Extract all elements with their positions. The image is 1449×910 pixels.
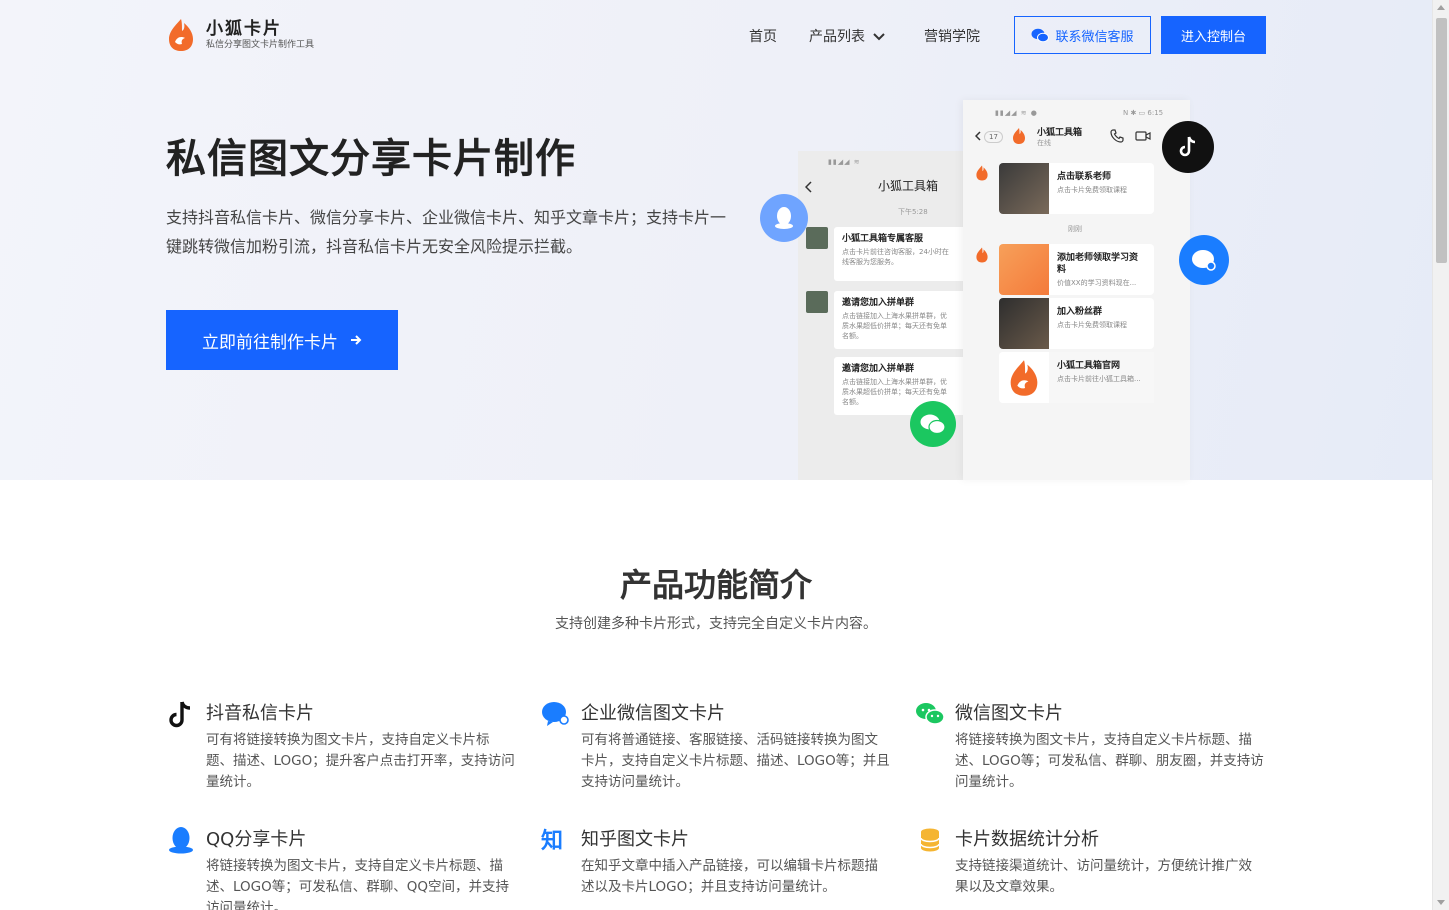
chat-title: 小狐工具箱 xyxy=(878,179,939,193)
qq-icon xyxy=(169,827,193,854)
back-chevron-icon xyxy=(805,181,812,193)
contact-wechat-button[interactable]: 联系微信客服 xyxy=(1014,16,1151,54)
fox-logo-icon xyxy=(976,165,988,181)
brand-logo[interactable]: 小狐卡片 私信分享图文卡片制作工具 xyxy=(166,17,314,53)
list-item: 小狐工具箱专属客服 点击卡片前往咨询客服，24小时在线客服为您服务。 xyxy=(834,227,968,281)
nav-products-label: 产品列表 xyxy=(809,29,865,45)
nav-academy-link[interactable]: 营销学院 xyxy=(924,26,980,46)
brand-tagline: 私信分享图文卡片制作工具 xyxy=(206,40,315,50)
list-item: 加入粉丝群 点击卡片免费领取课程 xyxy=(999,298,1154,349)
phone-call-icon xyxy=(1110,129,1124,143)
chat-mock-front: ▮▮◢◢ ≋ ● N ✱ ▭ 6:15 17 小狐工具箱 在线 点击联系老师 点击… xyxy=(963,100,1190,480)
brand-name: 小狐卡片 xyxy=(206,19,282,39)
feature-title: 企业微信图文卡片 xyxy=(581,703,725,724)
avatar xyxy=(806,227,828,249)
feature-desc: 支持链接渠道统计、访问量统计，方便统计推广效果以及文章效果。 xyxy=(955,858,1252,895)
list-item: 小狐工具箱官网 点击卡片前往小狐工具箱... xyxy=(999,352,1154,403)
card-image xyxy=(999,163,1049,214)
tiktok-float-icon xyxy=(1162,121,1214,173)
nav-home-link[interactable]: 首页 xyxy=(749,26,777,46)
qq-float-icon xyxy=(760,194,808,242)
avatar xyxy=(806,291,828,313)
wechat-icon xyxy=(1031,28,1050,42)
wechat-icon xyxy=(916,703,945,725)
chat-status: 在线 xyxy=(1037,139,1051,147)
features-title: 产品功能简介 xyxy=(619,566,812,604)
wecom-float-icon xyxy=(1179,235,1229,285)
fox-logo-icon xyxy=(1010,359,1038,396)
video-call-icon xyxy=(1135,131,1151,141)
features-subtitle: 支持创建多种卡片形式，支持完全自定义卡片内容。 xyxy=(555,616,877,632)
status-bar-icons: ▮▮◢◢ ≋ xyxy=(828,158,861,166)
feature-title: 抖音私信卡片 xyxy=(206,703,314,724)
cta-label: 立即前往制作卡片 xyxy=(202,332,338,353)
feature-desc: 将链接转换为图文卡片，支持自定义卡片标题、描述、LOGO等；可发私信、群聊、朋友… xyxy=(955,732,1264,790)
nav-products-dropdown[interactable]: 产品列表 xyxy=(809,26,886,46)
database-icon xyxy=(920,828,940,852)
arrow-right-icon xyxy=(351,335,362,345)
fox-logo-icon xyxy=(169,19,193,51)
card-image xyxy=(999,298,1049,349)
time-divider: 刚刚 xyxy=(1068,225,1082,233)
list-item: 点击联系老师 点击卡片免费领取课程 xyxy=(999,163,1154,214)
wecom-icon xyxy=(542,702,569,726)
feature-title: 微信图文卡片 xyxy=(955,703,1063,724)
tiktok-icon xyxy=(169,701,191,728)
feature-desc: 在知乎文章中插入产品链接，可以编辑卡片标题描述以及卡片LOGO；并且支持访问量统… xyxy=(581,858,878,895)
chat-title: 小狐工具箱 xyxy=(1037,128,1083,138)
chevron-down-icon xyxy=(873,33,886,41)
fox-logo-icon xyxy=(976,247,988,263)
enter-console-button[interactable]: 进入控制台 xyxy=(1161,16,1266,54)
make-card-cta-button[interactable]: 立即前往制作卡片 xyxy=(166,310,398,370)
chat-time: 下午5:28 xyxy=(898,208,928,216)
zhihu-icon: 知 xyxy=(541,829,564,854)
feature-desc: 可有将链接转换为图文卡片，支持自定义卡片标题、描述、LOGO；提升客户点击打开率… xyxy=(206,732,515,790)
hero-title: 私信图文分享卡片制作 xyxy=(166,136,576,182)
scrollbar-thumb[interactable] xyxy=(1436,18,1447,263)
scroll-up-arrow-icon[interactable] xyxy=(1437,5,1445,10)
status-bar-icons: ▮▮◢◢ ≋ ● xyxy=(995,109,1038,117)
hero-description: 支持抖音私信卡片、微信分享卡片、企业微信卡片、知乎文章卡片；支持卡片一键跳转微信… xyxy=(166,208,727,256)
feature-title: QQ分享卡片 xyxy=(206,829,307,850)
feature-title: 知乎图文卡片 xyxy=(581,829,689,850)
feature-desc: 可有将普通链接、客服链接、活码链接转换为图文卡片，支持自定义卡片标题、描述、LO… xyxy=(581,732,890,790)
list-item: 添加老师领取学习资料 价值XX的学习资料现在... xyxy=(999,244,1154,295)
contact-wechat-label: 联系微信客服 xyxy=(1055,29,1134,45)
list-item: 邀请您加入拼单群 点击链接加入上海水果拼单群，优质水果超低价拼单；每天还有免单名… xyxy=(834,291,968,349)
fox-logo-icon xyxy=(1013,128,1025,144)
back-chevron-icon xyxy=(975,131,981,141)
card-image xyxy=(999,244,1049,295)
wechat-float-icon xyxy=(910,401,956,447)
scroll-down-arrow-icon[interactable] xyxy=(1437,900,1445,905)
page-scrollbar[interactable] xyxy=(1432,0,1449,910)
status-time-wrap: N ✱ ▭ 6:15 xyxy=(1123,109,1164,117)
feature-desc: 将链接转换为图文卡片，支持自定义卡片标题、描述、LOGO等；可发私信、群聊、QQ… xyxy=(206,858,510,910)
card-image xyxy=(999,352,1049,403)
unread-badge: 17 xyxy=(984,131,1003,143)
feature-title: 卡片数据统计分析 xyxy=(955,829,1099,850)
